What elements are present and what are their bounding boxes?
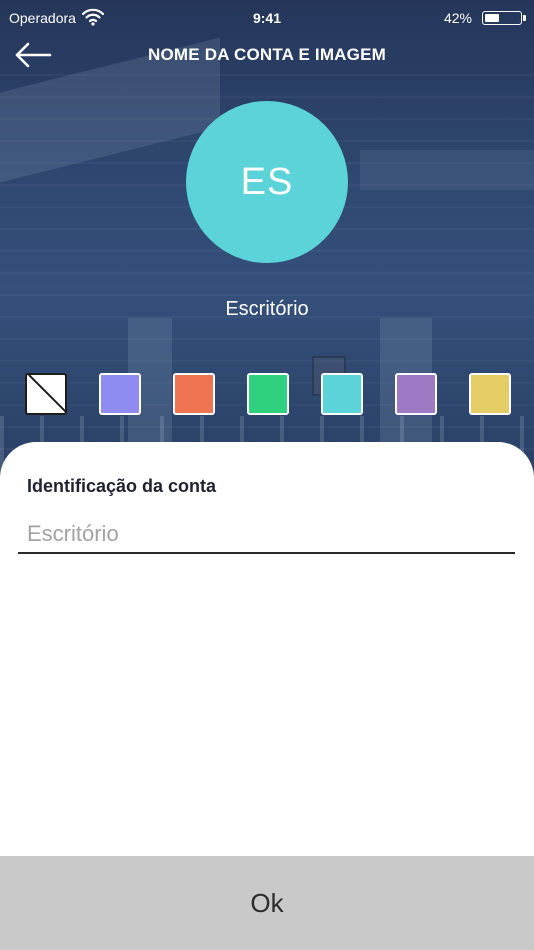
color-swatch-none[interactable] xyxy=(25,373,67,415)
avatar-initials: ES xyxy=(240,160,294,203)
color-picker xyxy=(25,373,511,415)
account-identification-label: Identificação da conta xyxy=(27,476,217,496)
ok-button[interactable]: Ok xyxy=(0,856,534,950)
color-swatch-yellow[interactable] xyxy=(469,373,511,415)
header-background: Operadora 9:41 42% NOME DA CONTA E IMAGE… xyxy=(0,0,534,480)
navigation-bar: NOME DA CONTA E IMAGEM xyxy=(0,36,534,76)
color-swatch-orange[interactable] xyxy=(173,373,215,415)
color-swatch-green[interactable] xyxy=(247,373,289,415)
account-identification-input[interactable] xyxy=(18,516,515,554)
account-avatar: ES xyxy=(186,101,348,263)
battery-icon xyxy=(482,11,522,25)
status-bar: Operadora 9:41 42% xyxy=(0,0,534,36)
color-swatch-purple[interactable] xyxy=(395,373,437,415)
battery-level-fill xyxy=(485,14,499,22)
account-name-image-screen: Operadora 9:41 42% NOME DA CONTA E IMAGE… xyxy=(0,0,534,950)
color-swatch-lavender[interactable] xyxy=(99,373,141,415)
color-swatch-cyan[interactable] xyxy=(321,373,363,415)
page-title: NOME DA CONTA E IMAGEM xyxy=(148,45,386,64)
account-form-sheet: Identificação da conta xyxy=(0,442,534,856)
battery-percent: 42% xyxy=(443,10,472,26)
account-name: Escritório xyxy=(225,298,309,320)
battery-tip xyxy=(523,15,526,21)
background-photo-eave xyxy=(360,150,534,190)
